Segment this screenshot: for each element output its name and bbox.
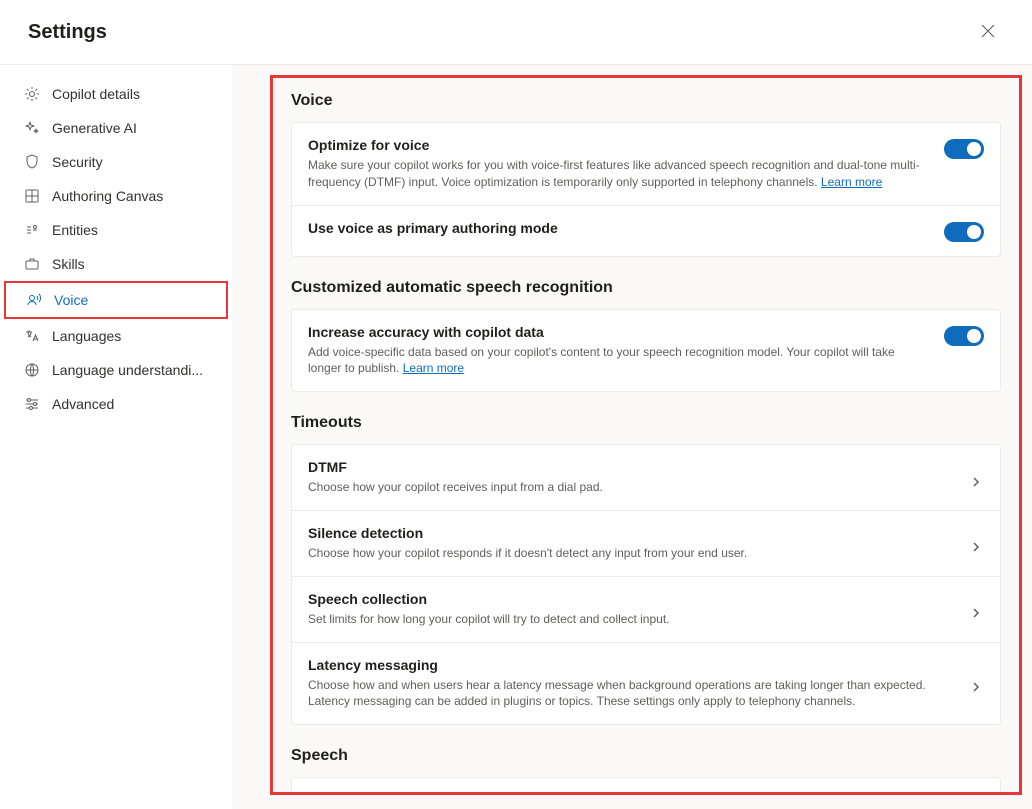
asr-card: Increase accuracy with copilot data Add … xyxy=(291,309,1001,393)
row-description: Choose how your copilot responds if it d… xyxy=(308,545,952,562)
sidebar-item-copilot-details[interactable]: Copilot details xyxy=(4,77,228,111)
row-content: Increase accuracy with copilot data Add … xyxy=(308,324,928,378)
row-title: Increase accuracy with copilot data xyxy=(308,324,928,340)
sidebar-item-security[interactable]: Security xyxy=(4,145,228,179)
sidebar-item-label: Authoring Canvas xyxy=(52,188,163,204)
chevron-right-icon xyxy=(968,679,984,695)
row-content: DTMF Choose how your copilot receives in… xyxy=(308,459,952,496)
layout: Copilot details Generative AI Security A… xyxy=(0,65,1032,809)
row-content: Optimize for voice Make sure your copilo… xyxy=(308,137,928,191)
sidebar-item-entities[interactable]: Entities xyxy=(4,213,228,247)
row-description: Choose how your copilot receives input f… xyxy=(308,479,952,496)
sparkle-icon xyxy=(24,120,40,136)
sidebar-item-label: Copilot details xyxy=(52,86,140,102)
primary-authoring-toggle[interactable] xyxy=(944,222,984,242)
sidebar-item-label: Generative AI xyxy=(52,120,137,136)
speech-collection-row[interactable]: Speech collection Set limits for how lon… xyxy=(292,577,1000,643)
row-title: Silence detection xyxy=(308,525,952,541)
row-desc-text: Add voice-specific data based on your co… xyxy=(308,345,895,376)
header: Settings xyxy=(0,0,1032,65)
learn-more-link[interactable]: Learn more xyxy=(821,175,882,189)
sidebar-item-label: Voice xyxy=(54,292,88,308)
silence-detection-row[interactable]: Silence detection Choose how your copilo… xyxy=(292,511,1000,577)
close-button[interactable] xyxy=(972,16,1004,48)
row-title: Latency messaging xyxy=(308,657,952,673)
increase-accuracy-row: Increase accuracy with copilot data Add … xyxy=(292,310,1000,392)
gear-icon xyxy=(24,86,40,102)
sidebar-item-language-understanding[interactable]: Language understandi... xyxy=(4,353,228,387)
entities-icon xyxy=(24,222,40,238)
row-description: Set limits for how long your copilot wil… xyxy=(308,611,952,628)
learn-more-link[interactable]: Learn more xyxy=(403,361,464,375)
row-description: Make sure your copilot works for you wit… xyxy=(308,157,928,191)
optimize-for-voice-row: Optimize for voice Make sure your copilo… xyxy=(292,123,1000,206)
chevron-right-icon xyxy=(968,474,984,490)
row-content: Silence detection Choose how your copilo… xyxy=(308,525,952,562)
close-icon xyxy=(981,24,995,41)
sidebar-item-label: Skills xyxy=(52,256,85,272)
row-content: Sensitivity Controls the level of sensit… xyxy=(308,792,952,795)
row-title: Sensitivity xyxy=(308,792,952,795)
row-title: Speech collection xyxy=(308,591,952,607)
sidebar-item-voice[interactable]: Voice xyxy=(4,281,228,319)
row-content: Latency messaging Choose how and when us… xyxy=(308,657,952,711)
section-title-voice: Voice xyxy=(291,92,1001,110)
dtmf-row[interactable]: DTMF Choose how your copilot receives in… xyxy=(292,445,1000,511)
sensitivity-row[interactable]: Sensitivity Controls the level of sensit… xyxy=(292,778,1000,795)
primary-authoring-row: Use voice as primary authoring mode xyxy=(292,206,1000,256)
section-title-timeouts: Timeouts xyxy=(291,414,1001,432)
sidebar: Copilot details Generative AI Security A… xyxy=(0,65,232,809)
latency-messaging-row[interactable]: Latency messaging Choose how and when us… xyxy=(292,643,1000,725)
sidebar-item-languages[interactable]: Languages xyxy=(4,319,228,353)
optimize-voice-toggle[interactable] xyxy=(944,139,984,159)
timeouts-card: DTMF Choose how your copilot receives in… xyxy=(291,444,1001,725)
advanced-icon xyxy=(24,396,40,412)
sidebar-item-authoring-canvas[interactable]: Authoring Canvas xyxy=(4,179,228,213)
row-content: Speech collection Set limits for how lon… xyxy=(308,591,952,628)
sidebar-item-skills[interactable]: Skills xyxy=(4,247,228,281)
row-description: Add voice-specific data based on your co… xyxy=(308,344,928,378)
sidebar-item-label: Security xyxy=(52,154,103,170)
section-title-speech: Speech xyxy=(291,747,1001,765)
sidebar-item-label: Languages xyxy=(52,328,121,344)
voice-icon xyxy=(26,292,42,308)
increase-accuracy-toggle[interactable] xyxy=(944,326,984,346)
chevron-right-icon xyxy=(968,605,984,621)
skills-icon xyxy=(24,256,40,272)
sidebar-item-label: Advanced xyxy=(52,396,114,412)
page-title: Settings xyxy=(28,21,107,44)
section-title-asr: Customized automatic speech recognition xyxy=(291,279,1001,297)
voice-card: Optimize for voice Make sure your copilo… xyxy=(291,122,1001,257)
sidebar-item-label: Language understandi... xyxy=(52,362,203,378)
shield-icon xyxy=(24,154,40,170)
sidebar-item-advanced[interactable]: Advanced xyxy=(4,387,228,421)
canvas-icon xyxy=(24,188,40,204)
chevron-right-icon xyxy=(968,539,984,555)
sidebar-item-generative-ai[interactable]: Generative AI xyxy=(4,111,228,145)
languages-icon xyxy=(24,328,40,344)
language-understanding-icon xyxy=(24,362,40,378)
main-content: Voice Optimize for voice Make sure your … xyxy=(270,75,1022,795)
row-description: Choose how and when users hear a latency… xyxy=(308,677,952,711)
row-title: Use voice as primary authoring mode xyxy=(308,220,928,236)
row-title: Optimize for voice xyxy=(308,137,928,153)
row-content: Use voice as primary authoring mode xyxy=(308,220,928,240)
row-title: DTMF xyxy=(308,459,952,475)
speech-card: Sensitivity Controls the level of sensit… xyxy=(291,777,1001,795)
sidebar-item-label: Entities xyxy=(52,222,98,238)
